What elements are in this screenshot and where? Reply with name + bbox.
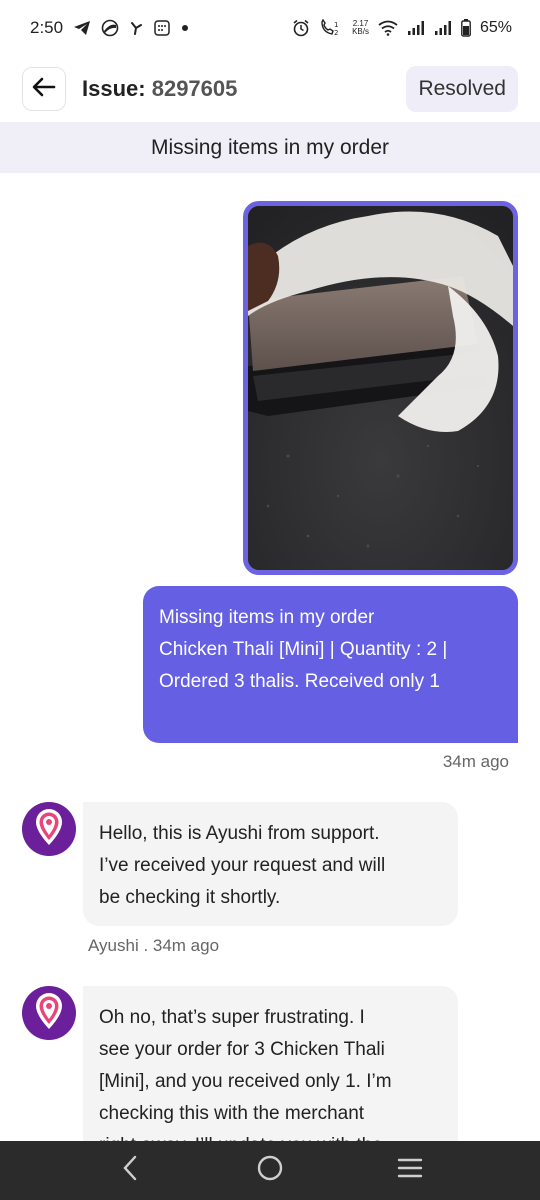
- location-pin-icon: [32, 991, 66, 1036]
- signal-icon: [434, 20, 452, 36]
- message-line: see your order for 3 Chicken Thali: [99, 1039, 385, 1060]
- wifi-icon: [378, 20, 398, 36]
- vpn-icon: [101, 19, 119, 37]
- status-bar: 2:50 12 2.17 KB/s 65%: [0, 0, 540, 56]
- page-title: Issue: 8297605: [82, 76, 237, 102]
- message-line: Missing items in my order: [159, 607, 375, 628]
- message-line: I’ve received your request and will: [99, 855, 386, 876]
- message-line: Ordered 3 thalis. Received only 1: [159, 671, 440, 692]
- telegram-icon: [73, 20, 91, 36]
- dot-icon: [181, 24, 189, 32]
- battery-icon: [461, 19, 471, 37]
- message-meta: Ayushi . 34m ago: [88, 936, 220, 955]
- system-nav-bar: [0, 1141, 540, 1200]
- message-line: Hello, this is Ayushi from support.: [99, 823, 380, 844]
- menu-icon: [397, 1157, 423, 1184]
- issue-header: Issue: 8297605 Resolved: [0, 56, 540, 122]
- message-line: Chicken Thali [Mini] | Quantity : 2 |: [159, 639, 448, 660]
- user-message: Missing items in my order Chicken Thali …: [143, 586, 518, 743]
- location-pin-icon: [32, 807, 66, 852]
- message-timestamp: 34m ago: [442, 752, 509, 771]
- agent-message: Hello, this is Ayushi from support. I’ve…: [83, 802, 458, 926]
- nav-back-button[interactable]: [100, 1146, 160, 1196]
- message-line: [Mini], and you received only 1. I’m: [99, 1071, 392, 1092]
- back-button[interactable]: [22, 67, 66, 111]
- signal-icon: [407, 20, 425, 36]
- status-time: 2:50: [30, 18, 64, 37]
- chevron-left-icon: [122, 1155, 138, 1186]
- calendar-icon: [153, 19, 171, 37]
- battery-level: 65%: [479, 19, 512, 36]
- attached-photo[interactable]: [243, 201, 518, 575]
- fan-icon: [129, 21, 143, 35]
- svg-text:1: 1: [334, 21, 338, 29]
- message-line: checking this with the merchant: [99, 1103, 365, 1124]
- status-badge: Resolved: [406, 66, 518, 112]
- svg-text:2: 2: [334, 29, 338, 37]
- home-circle-icon: [256, 1154, 284, 1187]
- issue-number: 8297605: [151, 76, 238, 101]
- nav-home-button[interactable]: [240, 1146, 300, 1196]
- avatar: [22, 802, 76, 856]
- nav-recents-button[interactable]: [380, 1146, 440, 1196]
- message-line: be checking it shortly.: [99, 887, 281, 908]
- arrow-left-icon: [32, 77, 56, 102]
- net-speed: 2.17 KB/s: [352, 19, 369, 36]
- alarm-icon: [292, 19, 310, 37]
- avatar: [22, 986, 76, 1040]
- volte-call-icon: 12: [319, 19, 343, 37]
- message-line: Oh no, that’s super frustrating. I: [99, 1007, 365, 1028]
- issue-subject: Missing items in my order: [0, 122, 540, 173]
- issue-label: Issue:: [82, 76, 146, 101]
